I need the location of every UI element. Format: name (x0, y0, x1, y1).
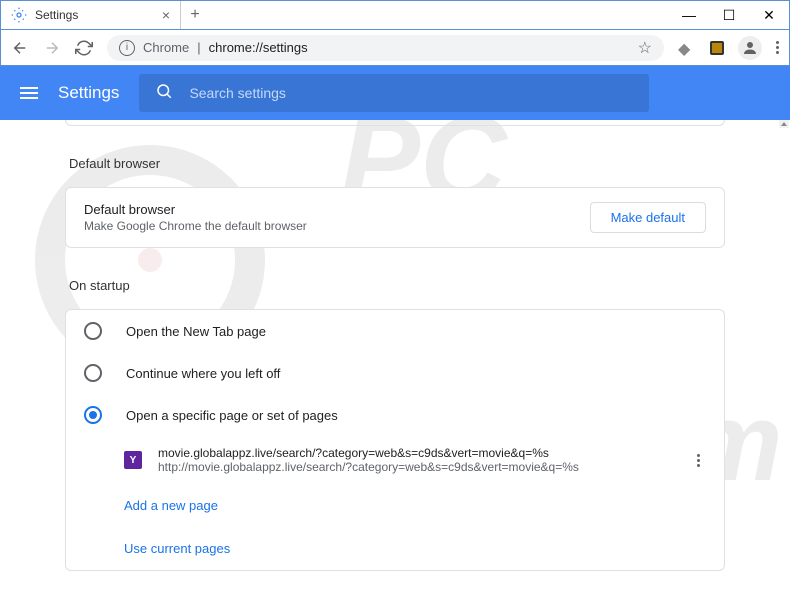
back-button[interactable] (11, 39, 29, 57)
section-title-startup: On startup (65, 278, 725, 293)
search-box[interactable] (139, 74, 649, 112)
default-browser-sub: Make Google Chrome the default browser (84, 219, 590, 233)
advanced-toggle[interactable]: Advanced (65, 601, 725, 605)
scrollbar[interactable] (779, 120, 789, 128)
reload-button[interactable] (75, 39, 93, 57)
minimize-button[interactable]: — (669, 1, 709, 29)
bookmark-icon[interactable]: ☆ (638, 38, 652, 58)
site-info-icon[interactable]: i (119, 40, 135, 56)
window-controls: — ☐ ✕ (669, 1, 789, 29)
menu-button[interactable] (20, 87, 38, 99)
radio-icon-checked (84, 406, 102, 424)
radio-icon (84, 322, 102, 340)
page-url: http://movie.globalappz.live/search/?cat… (158, 460, 675, 474)
addressbar: i Chrome | chrome://settings ☆ ◆ (0, 30, 790, 66)
page-favicon: Y (124, 451, 142, 469)
add-new-page-link[interactable]: Add a new page (66, 484, 724, 527)
chrome-menu-button[interactable] (776, 41, 779, 54)
content-scroll[interactable]: Default browser Default browser Make Goo… (0, 120, 790, 605)
section-title-default-browser: Default browser (65, 156, 725, 171)
card-fragment (65, 120, 725, 126)
page-more-button[interactable] (691, 448, 706, 473)
startup-card: Open the New Tab page Continue where you… (65, 309, 725, 571)
settings-icon (11, 7, 27, 23)
startup-option-specific[interactable]: Open a specific page or set of pages (66, 394, 724, 436)
url-path: chrome://settings (209, 40, 308, 55)
default-browser-title: Default browser (84, 202, 590, 217)
use-current-pages-link[interactable]: Use current pages (66, 527, 724, 570)
tab-close-icon[interactable]: × (162, 7, 170, 23)
new-tab-button[interactable]: + (181, 1, 209, 29)
tab-title: Settings (35, 8, 154, 22)
make-default-button[interactable]: Make default (590, 202, 706, 233)
page-title: movie.globalappz.live/search/?category=w… (158, 446, 675, 460)
url-box[interactable]: i Chrome | chrome://settings ☆ (107, 35, 664, 61)
extension-icon-2[interactable] (710, 41, 724, 55)
url-host: Chrome (143, 40, 189, 55)
search-input[interactable] (189, 85, 633, 101)
settings-header: Settings (0, 66, 790, 120)
search-icon (155, 82, 173, 105)
settings-title: Settings (58, 83, 119, 103)
startup-option-newtab[interactable]: Open the New Tab page (66, 310, 724, 352)
default-browser-card: Default browser Make Google Chrome the d… (65, 187, 725, 248)
startup-option-continue[interactable]: Continue where you left off (66, 352, 724, 394)
radio-icon (84, 364, 102, 382)
extension-icon[interactable]: ◆ (678, 39, 696, 57)
forward-button[interactable] (43, 39, 61, 57)
browser-tab[interactable]: Settings × (1, 1, 181, 29)
profile-button[interactable] (738, 36, 762, 60)
close-button[interactable]: ✕ (749, 1, 789, 29)
titlebar: Settings × + — ☐ ✕ (0, 0, 790, 30)
startup-page-entry: Y movie.globalappz.live/search/?category… (66, 436, 724, 484)
maximize-button[interactable]: ☐ (709, 1, 749, 29)
